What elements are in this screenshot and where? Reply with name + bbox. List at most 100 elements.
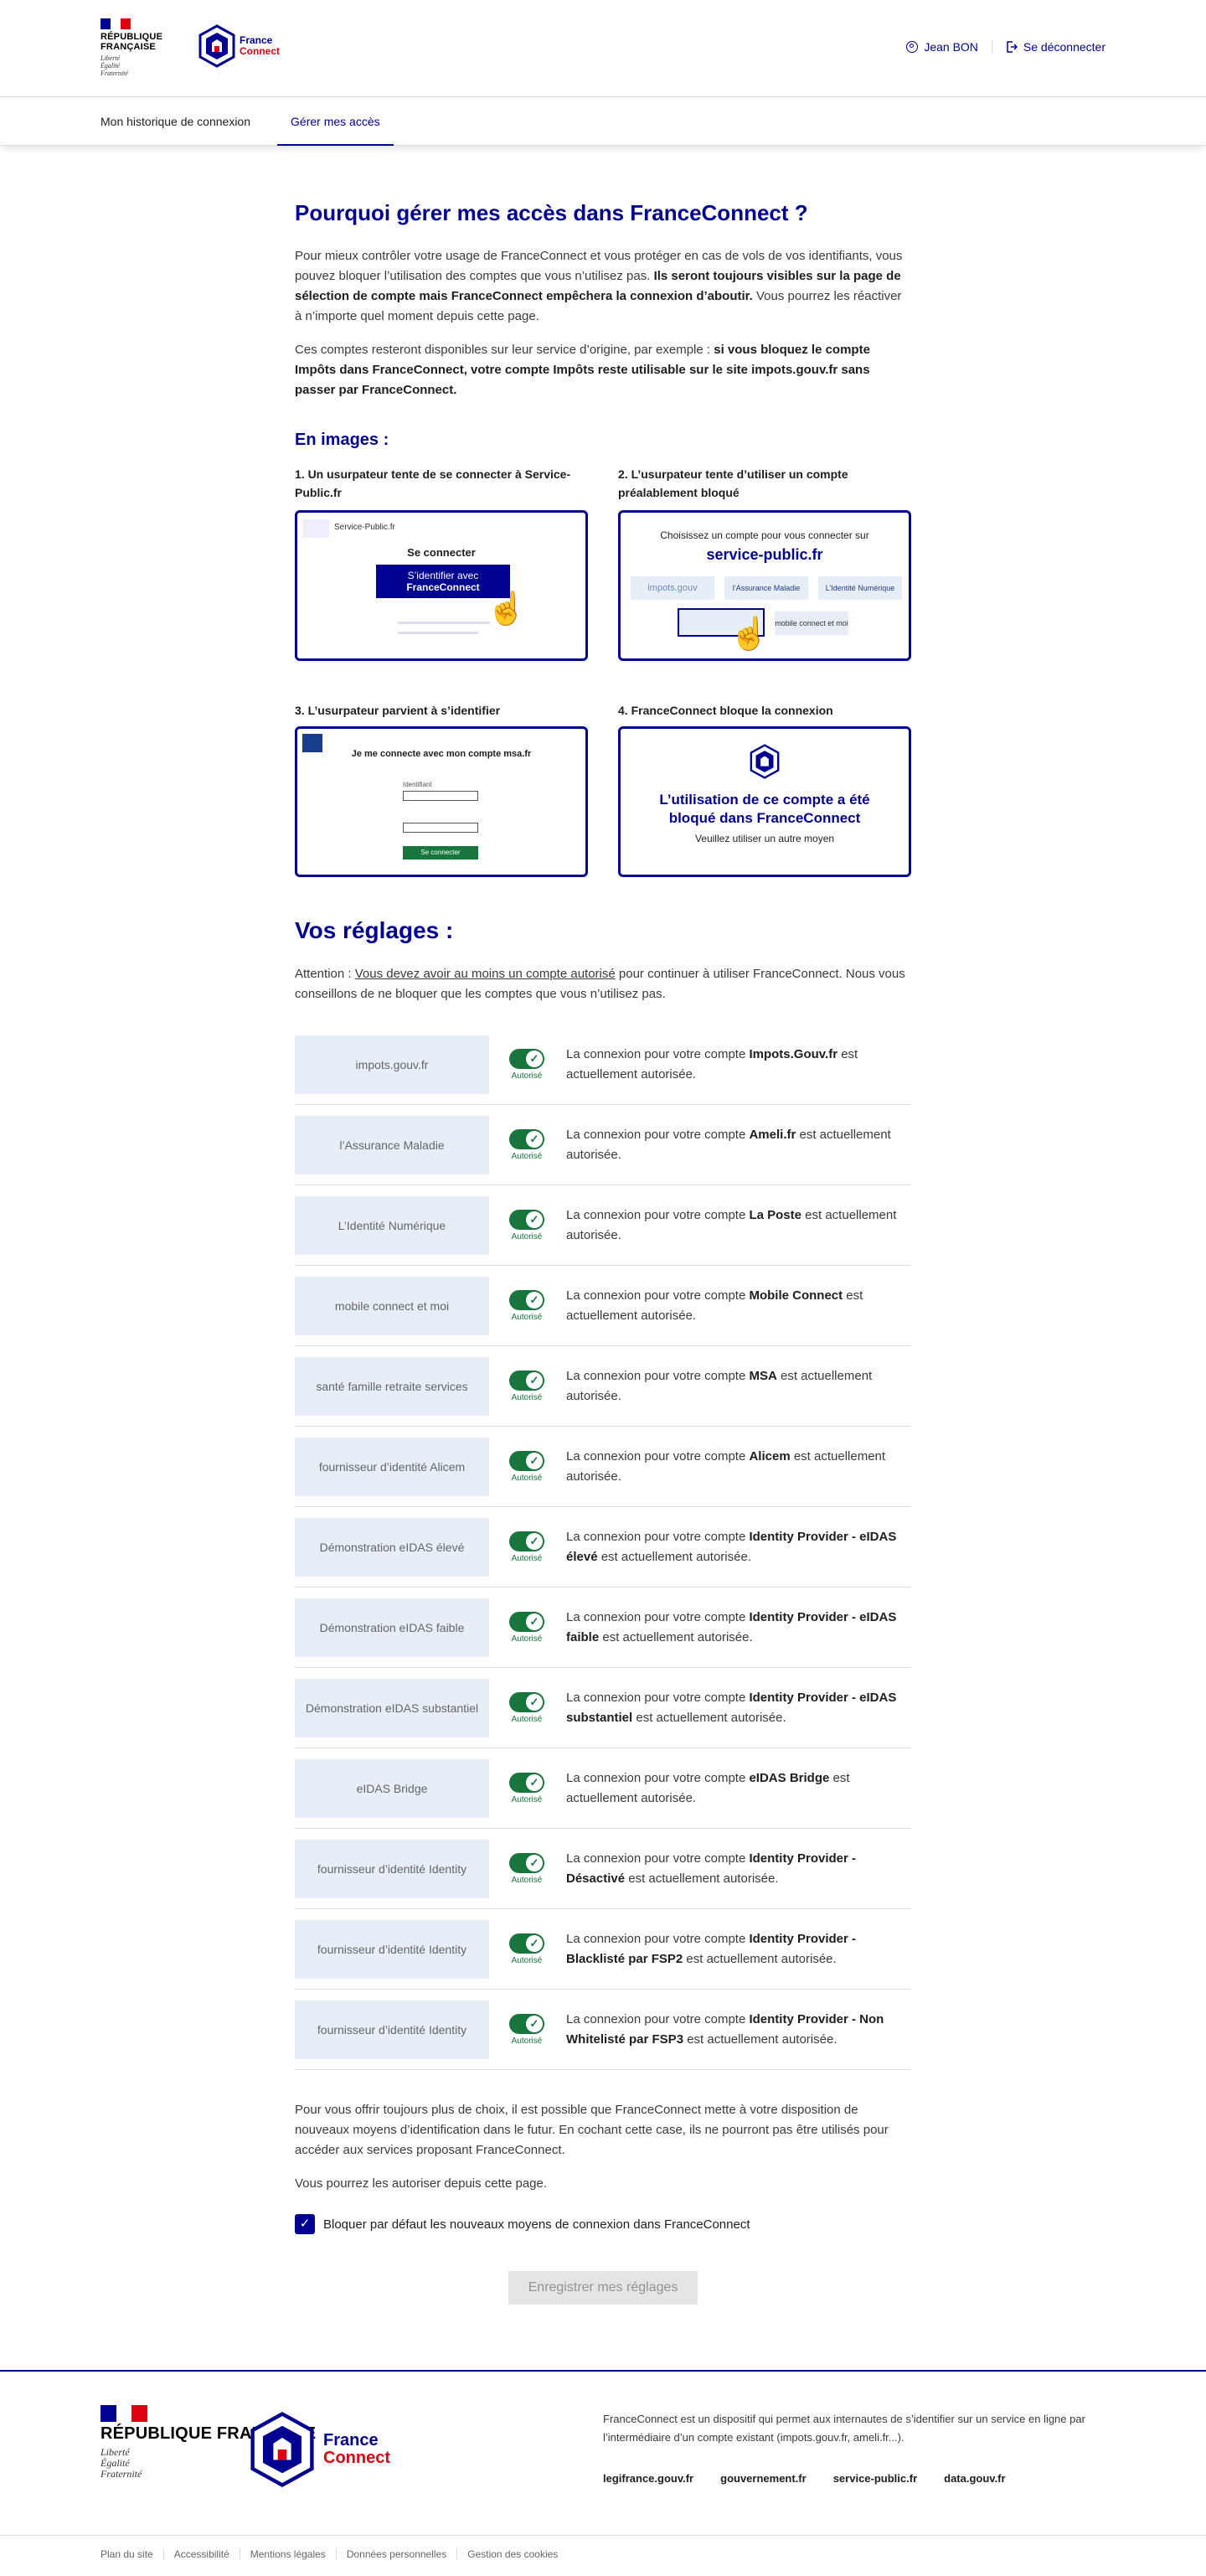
footer-link-data-gouv[interactable]: data.gouv.fr — [944, 2472, 1005, 2485]
republique-francaise-logo[interactable]: RÉPUBLIQUE FRANÇAISE Liberté Égalité Frate… — [100, 18, 178, 77]
toggle-status-label: Autorisé — [511, 1794, 543, 1804]
provider-row: L’Identité Numérique Autorisé La connexion… — [295, 1185, 911, 1266]
provider-row: fournisseur d’identité Alicem Autorisé La … — [295, 1427, 911, 1507]
provider-logo: impots.gouv.fr — [295, 1035, 489, 1094]
toggle-status-label: Autorisé — [511, 1071, 543, 1081]
provider-logo: Démonstration eIDAS substantiel — [295, 1678, 489, 1737]
authorize-later-paragraph: Vous pourrez les autoriser depuis cette … — [295, 2176, 548, 2191]
footer-link-gouvernement[interactable]: gouvernement.fr — [720, 2472, 807, 2485]
toggle-switch-icon[interactable] — [509, 1370, 544, 1391]
franceconnect-hex-icon — [750, 744, 780, 779]
provider-toggle[interactable]: Autorisé — [489, 1933, 564, 1965]
future-providers-paragraph: Pour vous offrir toujours plus de choix,… — [295, 2103, 889, 2157]
toggle-status-label: Autorisé — [511, 1392, 543, 1402]
footer-link-legifrance[interactable]: legifrance.gouv.fr — [603, 2472, 693, 2485]
toggle-switch-icon[interactable] — [509, 1289, 544, 1310]
provider-status-text: La connexion pour votre compte Identity … — [566, 2011, 884, 2047]
provider-logo: fournisseur d’identité Alicem — [295, 1437, 489, 1496]
hand-cursor-icon: ☝ — [729, 617, 770, 652]
checkbox-checked-icon: ✓ — [295, 2214, 315, 2234]
provider-status-text: La connexion pour votre compte Impots.Go… — [566, 1046, 858, 1082]
nav-manage-access[interactable]: Gérer mes accès — [277, 97, 394, 146]
flag-icon — [100, 18, 131, 29]
nav-history[interactable]: Mon historique de connexion — [100, 97, 250, 145]
provider-row: fournisseur d’identité Identity Autorisé L… — [295, 1909, 911, 1990]
user-profile-link[interactable]: Jean BON — [906, 40, 978, 54]
footer-link-service-public[interactable]: service-public.fr — [833, 2472, 917, 2485]
toggle-status-label: Autorisé — [511, 1714, 543, 1724]
site-logo-icon — [302, 519, 329, 538]
save-settings-button[interactable]: Enregistrer mes réglages — [508, 2271, 698, 2305]
block-new-providers-checkbox[interactable]: ✓ Bloquer par défaut les nouveaux moyens… — [295, 2214, 911, 2234]
franceconnect-logo[interactable]: France Connect — [198, 24, 280, 68]
provider-toggle[interactable]: Autorisé — [489, 1289, 564, 1322]
provider-logo: fournisseur d’identité Identity — [295, 2000, 489, 2059]
provider-logo: l’Assurance Maladie — [295, 1115, 489, 1174]
logout-icon — [1007, 41, 1018, 53]
illustration-3: Je me connecte avec mon compte msa.fr Id… — [295, 726, 588, 877]
settings-title: Vos réglages : — [295, 917, 454, 943]
footer-franceconnect-logo[interactable]: France Connect — [248, 2411, 390, 2488]
toggle-switch-icon[interactable] — [509, 1691, 544, 1712]
provider-toggle[interactable]: Autorisé — [489, 2013, 564, 2046]
toggle-switch-icon[interactable] — [509, 1772, 544, 1793]
franceconnect-hex-icon — [198, 24, 235, 68]
footer-description: FranceConnect est un dispositif qui perm… — [603, 2413, 1085, 2444]
toggle-status-label: Autorisé — [511, 1231, 543, 1242]
provider-status-text: La connexion pour votre compte Ameli.fr … — [566, 1127, 891, 1162]
provider-toggle[interactable]: Autorisé — [489, 1128, 564, 1161]
provider-toggle[interactable]: Autorisé — [489, 1531, 564, 1563]
provider-row: Démonstration eIDAS substantiel Autorisé L… — [295, 1668, 911, 1748]
provider-logo: L’Identité Numérique — [295, 1195, 489, 1255]
provider-toggle[interactable]: Autorisé — [489, 1048, 564, 1081]
toggle-switch-icon[interactable] — [509, 1048, 544, 1069]
provider-toggle[interactable]: Autorisé — [489, 1611, 564, 1644]
provider-logo: eIDAS Bridge — [295, 1758, 489, 1818]
toggle-switch-icon[interactable] — [509, 1611, 544, 1632]
footer-legal-link[interactable]: Mentions légales — [239, 2548, 336, 2560]
site-header: RÉPUBLIQUE FRANÇAISE Liberté Égalité Frate… — [0, 0, 1206, 97]
toggle-switch-icon[interactable] — [509, 1852, 544, 1873]
provider-toggle[interactable]: Autorisé — [489, 1772, 564, 1804]
logout-button[interactable]: Se déconnecter — [1006, 40, 1106, 54]
toggle-switch-icon[interactable] — [509, 2013, 544, 2034]
provider-row: santé famille retraite services Autorisé L… — [295, 1346, 911, 1427]
provider-logo: mobile connect et moi — [295, 1276, 489, 1335]
provider-logo: fournisseur d’identité Identity — [295, 1919, 489, 1979]
provider-row: Démonstration eIDAS élevé Autorisé La conn… — [295, 1507, 911, 1587]
footer-links: legifrance.gouv.fr gouvernement.fr servi… — [603, 2472, 1006, 2485]
toggle-status-label: Autorisé — [511, 1955, 543, 1965]
provider-status-text: La connexion pour votre compte Mobile Co… — [566, 1288, 863, 1323]
toggle-switch-icon[interactable] — [509, 1531, 544, 1551]
page-title: Pourquoi gérer mes accès dans FranceConn… — [295, 200, 808, 225]
provider-status-text: La connexion pour votre compte Identity … — [566, 1690, 897, 1725]
provider-toggle[interactable]: Autorisé — [489, 1370, 564, 1402]
provider-toggle[interactable]: Autorisé — [489, 1450, 564, 1483]
flag-icon — [100, 2405, 148, 2422]
provider-toggle[interactable]: Autorisé — [489, 1209, 564, 1242]
footer-cookies-link[interactable]: Gestion des cookies — [456, 2548, 568, 2560]
provider-row: l’Assurance Maladie Autorisé La connexion … — [295, 1105, 911, 1185]
site-footer: RÉPUBLIQUE FRANÇAISE Liberté Égalité Frate… — [0, 2370, 1206, 2573]
provider-row: fournisseur d’identité Identity Autorisé L… — [295, 1829, 911, 1909]
intro-paragraph-2: Ces comptes resteront disponibles sur le… — [295, 343, 870, 397]
provider-list: impots.gouv.fr Autorisé La connexion pour … — [295, 1025, 911, 2070]
toggle-status-label: Autorisé — [511, 1151, 543, 1161]
footer-privacy-link[interactable]: Données personnelles — [335, 2548, 456, 2560]
toggle-status-label: Autorisé — [511, 1875, 543, 1885]
provider-toggle[interactable]: Autorisé — [489, 1691, 564, 1724]
footer-accessibility-link[interactable]: Accessibilité — [162, 2548, 240, 2560]
toggle-switch-icon[interactable] — [509, 1209, 544, 1230]
toggle-switch-icon[interactable] — [509, 1128, 544, 1149]
toggle-switch-icon[interactable] — [509, 1933, 544, 1954]
provider-status-text: La connexion pour votre compte Identity … — [566, 1851, 856, 1886]
toggle-switch-icon[interactable] — [509, 1450, 544, 1471]
provider-toggle[interactable]: Autorisé — [489, 1852, 564, 1885]
republique-name: RÉPUBLIQUE FRANÇAISE — [100, 32, 163, 52]
hand-cursor-icon: ☝ — [487, 591, 527, 627]
toggle-status-label: Autorisé — [511, 1634, 543, 1644]
toggle-status-label: Autorisé — [511, 2036, 543, 2046]
image-caption-1: 1. Un usurpateur tente de se connecter à… — [295, 467, 571, 499]
illustration-2: Choisissez un compte pour vous connecter… — [618, 510, 911, 661]
footer-sitemap-link[interactable]: Plan du site — [100, 2548, 163, 2560]
